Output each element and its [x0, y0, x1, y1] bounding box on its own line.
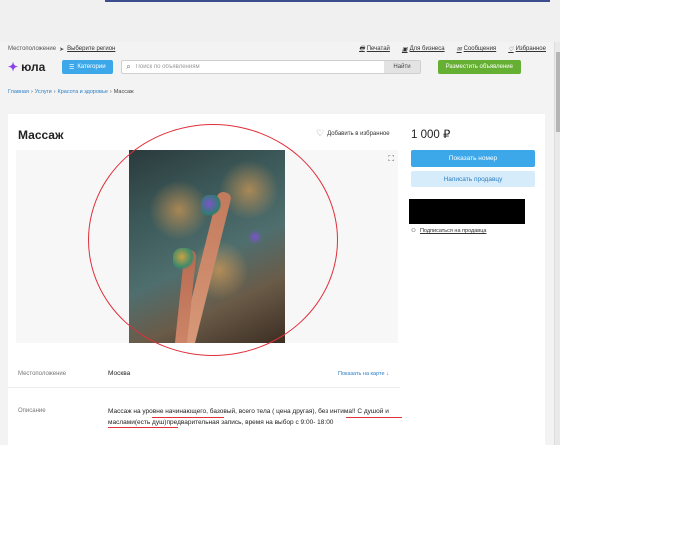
search-icon: ⌕ — [126, 62, 131, 71]
breadcrumb-beauty[interactable]: Красота и здоровье — [58, 89, 108, 95]
favorites-link[interactable]: ♡ Избранное — [508, 44, 546, 54]
briefcase-icon: ▣ — [401, 46, 408, 53]
annotation-underline — [346, 417, 402, 419]
breadcrumb-separator: › — [109, 89, 112, 95]
breadcrumb-current: Массаж — [113, 89, 134, 95]
breadcrumb-services[interactable]: Услуги — [35, 89, 52, 95]
heart-icon: ♡ — [508, 46, 514, 53]
location-row: Местоположение Москва Показать на карте … — [8, 360, 400, 388]
search-bar: ⌕ Найти — [120, 60, 421, 74]
location-value: Москва — [108, 370, 131, 377]
site-header: ✦ юла ☰ Категории ⌕ Найти Разместить объ… — [0, 56, 554, 78]
listing-title: Массаж — [18, 128, 64, 142]
heart-outline-icon: ♡ — [316, 128, 325, 138]
window-top-edge — [105, 0, 550, 2]
screenshot-frame: Местоположение ➤ Выберите регион 🖶 Печата… — [0, 0, 560, 445]
show-on-map-link[interactable]: Показать на карте ↓ — [338, 371, 389, 377]
breadcrumb-separator: › — [53, 89, 56, 95]
logo-text: юла — [21, 60, 46, 74]
utility-bar: Местоположение ➤ Выберите регион 🖶 Печата… — [0, 42, 554, 56]
location-row-label: Местоположение — [18, 371, 67, 377]
search-input[interactable] — [135, 61, 385, 73]
listing-price: 1 000 ₽ — [411, 129, 451, 141]
print-icon: 🖶 — [359, 46, 365, 52]
logo-star-icon: ✦ — [8, 60, 19, 74]
page: Местоположение ➤ Выберите регион 🖶 Печата… — [0, 42, 554, 445]
location-selector[interactable]: Местоположение ➤ Выберите регион — [8, 46, 115, 53]
redacted-seller-block — [409, 199, 525, 224]
listing-photo[interactable] — [129, 150, 285, 343]
search-button[interactable]: Найти — [384, 61, 420, 73]
business-link[interactable]: ▣ Для бизнеса — [402, 44, 445, 54]
business-label: Для бизнеса — [409, 46, 445, 52]
user-icon: ⚇ — [411, 228, 416, 234]
location-arrow-icon: ➤ — [59, 46, 65, 53]
fullscreen-icon[interactable]: ⛶ — [388, 154, 394, 164]
listing-card: Массаж ♡ Добавить в избранное 1 000 ₽ ⛶ — [8, 114, 545, 445]
subscribe-seller[interactable]: ⚇ Подписаться на продавца — [411, 228, 486, 234]
add-to-favorites[interactable]: ♡ Добавить в избранное — [316, 128, 390, 139]
site-logo[interactable]: ✦ юла — [8, 60, 54, 74]
post-ad-button[interactable]: Разместить объявление — [437, 60, 521, 74]
scrollbar[interactable] — [554, 42, 560, 445]
breadcrumb: Главная › Услуги › Красота и здоровье › Мас… — [0, 78, 554, 95]
categories-label: Категории — [77, 64, 106, 70]
menu-icon: ☰ — [69, 64, 75, 71]
location-link[interactable]: Выберите регион — [67, 46, 115, 52]
favorites-label: Избранное — [515, 46, 546, 52]
breadcrumb-home[interactable]: Главная — [8, 89, 29, 95]
categories-button[interactable]: ☰ Категории — [62, 60, 113, 74]
annotation-underline — [108, 427, 178, 429]
show-phone-button[interactable]: Показать номер — [411, 150, 535, 167]
message-icon: ✉ — [456, 46, 462, 53]
scrollbar-thumb[interactable] — [556, 52, 560, 132]
write-seller-button[interactable]: Написать продавцу — [411, 171, 535, 187]
breadcrumb-separator: › — [30, 89, 33, 95]
location-label: Местоположение — [8, 46, 57, 52]
messages-link[interactable]: ✉ Сообщения — [457, 44, 497, 54]
favorite-label: Добавить в избранное — [327, 130, 390, 137]
subscribe-label: Подписаться на продавца — [419, 228, 487, 234]
print-link[interactable]: 🖶 Печатай — [359, 44, 390, 54]
description-label: Описание — [18, 408, 46, 414]
print-label: Печатай — [366, 46, 390, 52]
annotation-underline — [152, 417, 224, 419]
messages-label: Сообщения — [463, 46, 497, 52]
photo-gallery[interactable]: ⛶ — [16, 150, 398, 343]
